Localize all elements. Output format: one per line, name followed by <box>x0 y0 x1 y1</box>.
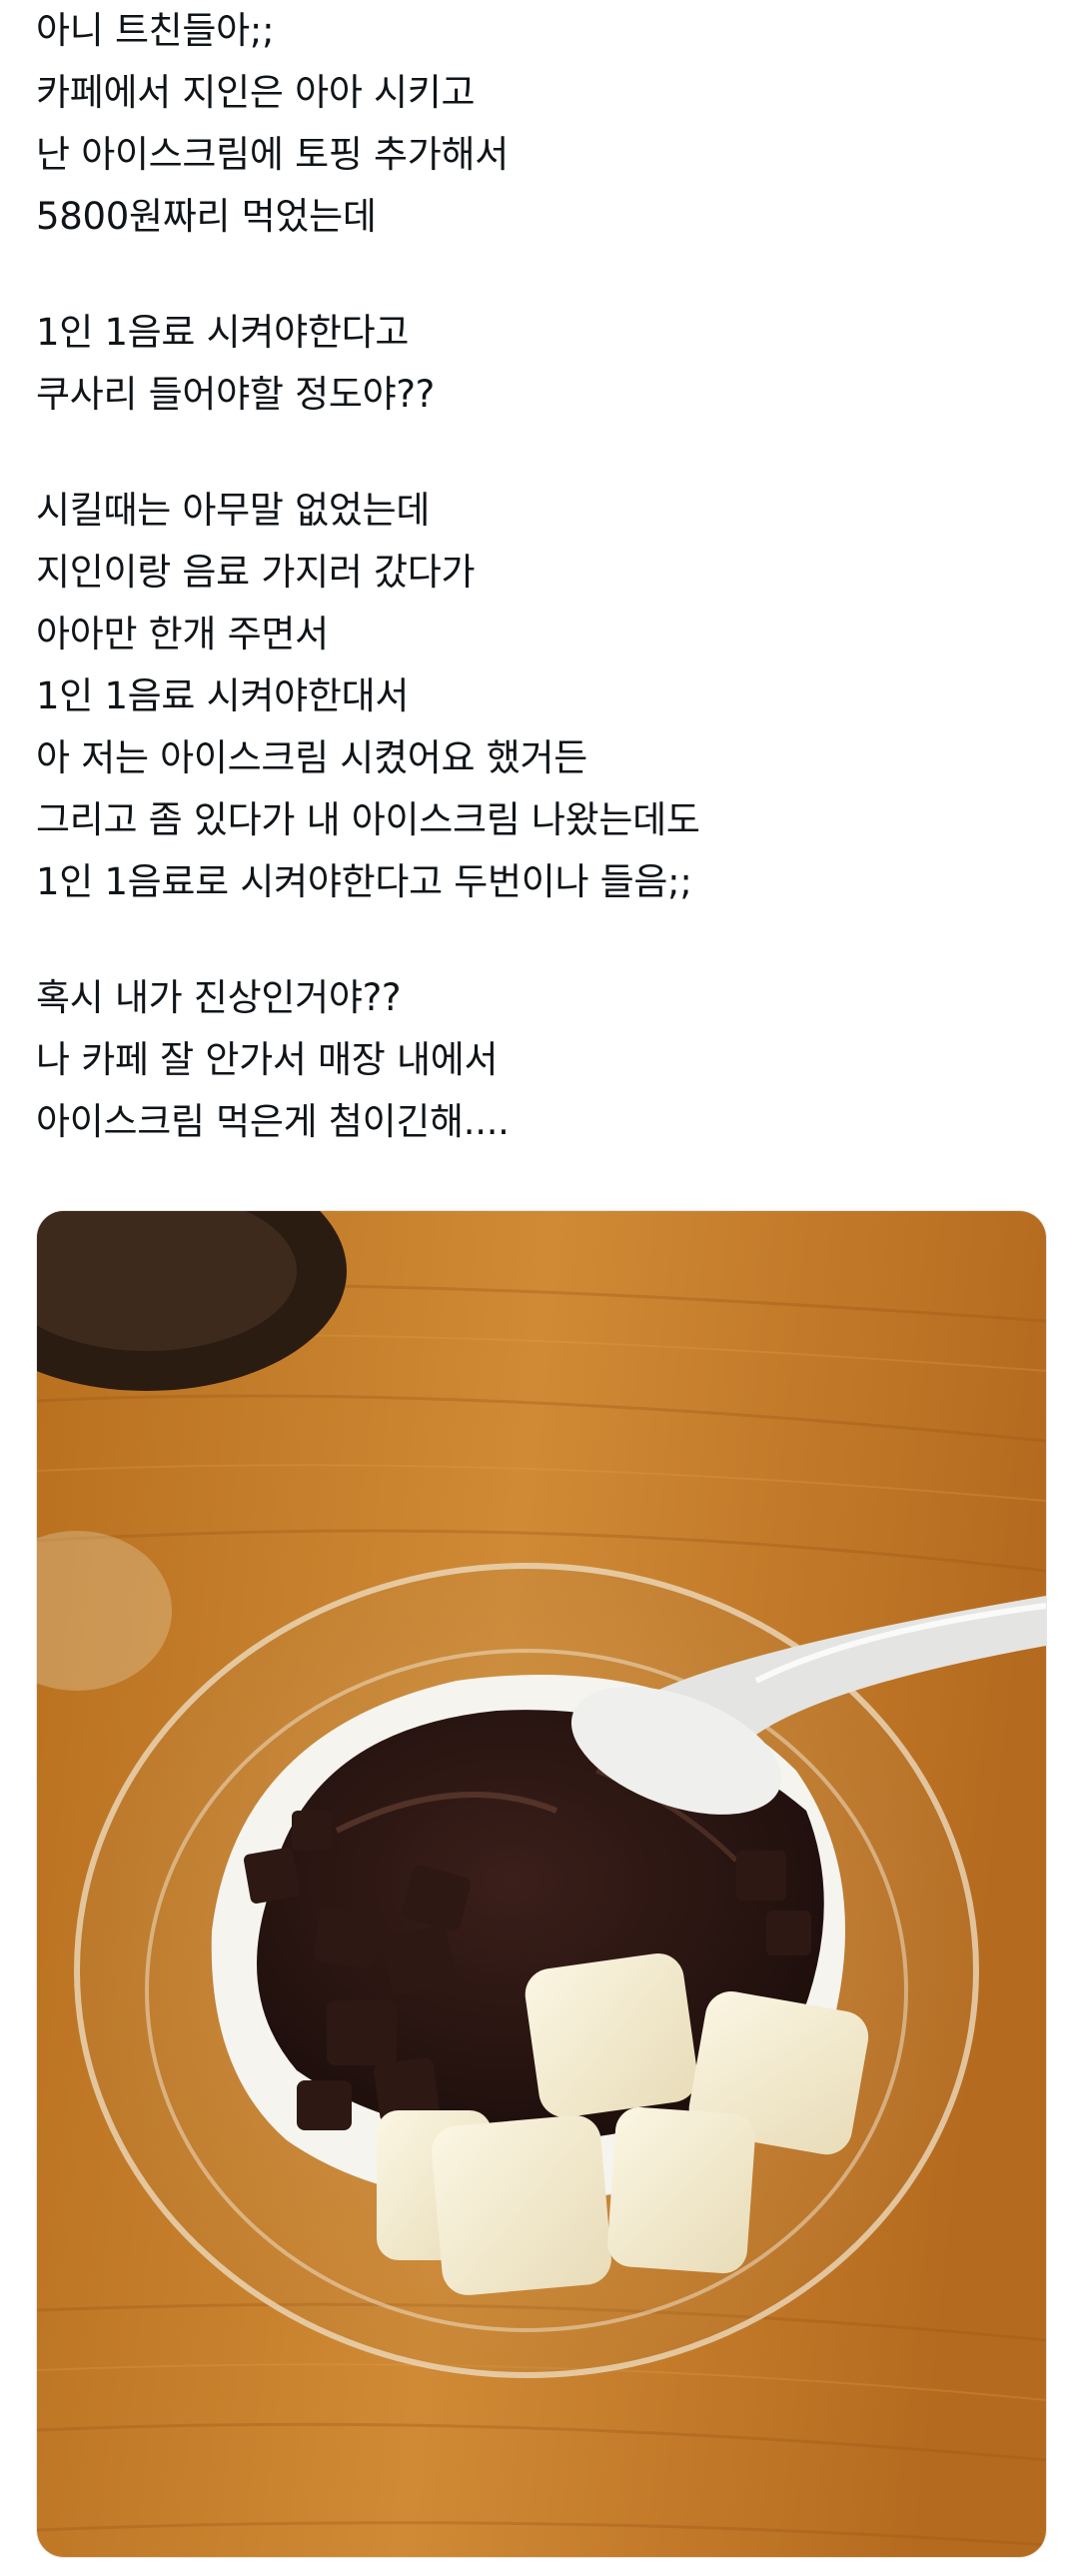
text-line: 난 아이스크림에 토핑 추가해서 <box>36 133 510 176</box>
text-line: 나 카페 잘 안가서 매장 내에서 <box>36 1038 499 1081</box>
text-line: 아 저는 아이스크림 시켰어요 했거든 <box>36 736 587 779</box>
text-line: 1인 1음료로 시켜야한다고 두번이나 들음;; <box>36 860 692 903</box>
ice-cream-photo <box>37 1211 1046 2557</box>
post-text: 아니 트친들아;; 카페에서 지인은 아아 시키고 난 아이스크림에 토핑 추가… <box>36 0 1045 1153</box>
paragraph-2: 1인 1음료 시켜야한다고 쿠사리 들어야할 정도야?? <box>36 302 1045 426</box>
text-line: 1인 1음료 시켜야한다고 <box>36 311 410 354</box>
text-line: 1인 1음료 시켜야한대서 <box>36 674 410 717</box>
text-line: 아이스크림 먹은게 첨이긴해.... <box>36 1100 510 1143</box>
text-line: 5800원짜리 먹었는데 <box>36 195 377 238</box>
attached-photo[interactable] <box>36 1210 1047 2558</box>
text-line: 쿠사리 들어야할 정도야?? <box>36 373 435 416</box>
paragraph-3: 시킬때는 아무말 없었는데 지인이랑 음료 가지러 갔다가 아아만 한개 주면서… <box>36 480 1045 913</box>
text-line: 아니 트친들아;; <box>36 9 275 52</box>
text-line: 혹시 내가 진상인거야?? <box>36 976 402 1019</box>
text-line: 지인이랑 음료 가지러 갔다가 <box>36 551 476 594</box>
paragraph-4: 혹시 내가 진상인거야?? 나 카페 잘 안가서 매장 내에서 아이스크림 먹은… <box>36 967 1045 1153</box>
text-line: 시킬때는 아무말 없었는데 <box>36 489 431 532</box>
paragraph-1: 아니 트친들아;; 카페에서 지인은 아아 시키고 난 아이스크림에 토핑 추가… <box>36 0 1045 248</box>
text-line: 그리고 좀 있다가 내 아이스크림 나왔는데도 <box>36 798 700 841</box>
text-line: 카페에서 지인은 아아 시키고 <box>36 71 476 114</box>
text-line: 아아만 한개 주면서 <box>36 613 329 655</box>
